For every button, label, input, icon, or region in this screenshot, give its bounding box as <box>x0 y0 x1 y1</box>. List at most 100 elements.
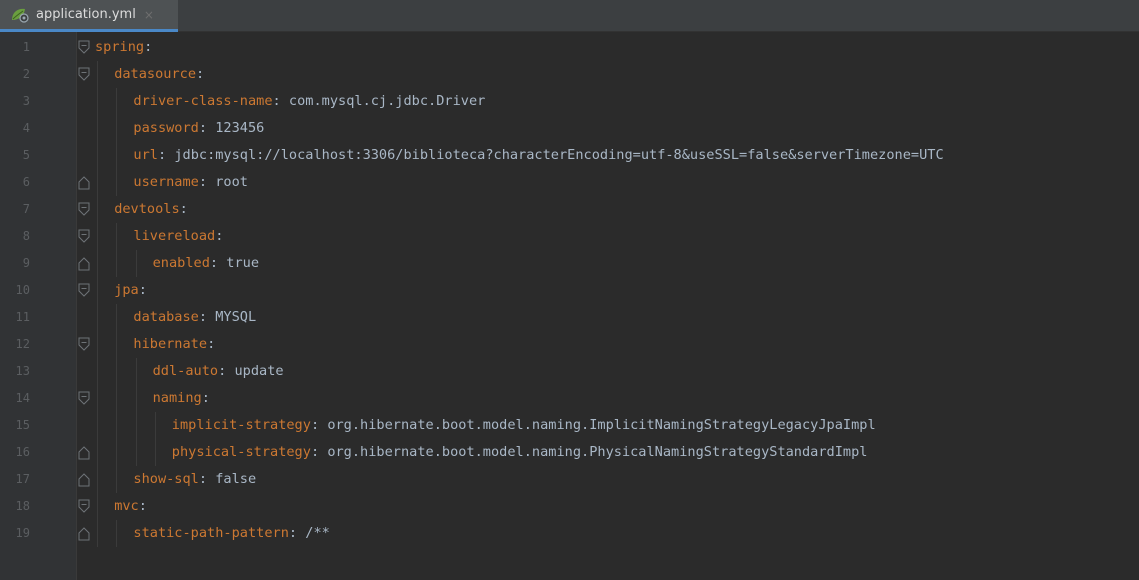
yaml-key: password <box>133 120 199 136</box>
indent-guide <box>97 169 98 196</box>
yaml-entry: username: root <box>133 169 248 196</box>
indent-guide <box>116 412 117 439</box>
code-line[interactable]: 15 implicit-strategy: org.hibernate.boot.… <box>0 412 1139 439</box>
indent-guide <box>97 520 98 547</box>
indent-guide <box>116 331 117 358</box>
indent-guide <box>97 115 98 142</box>
yaml-value: org.hibernate.boot.model.naming.Implicit… <box>327 417 876 433</box>
fold-end-icon[interactable] <box>77 175 91 190</box>
indent-guide <box>116 439 117 466</box>
line-number: 11 <box>15 310 30 324</box>
yaml-key: spring <box>95 39 145 55</box>
yaml-entry: devtools: <box>114 196 188 223</box>
code-line[interactable]: 19 static-path-pattern: /** <box>0 520 1139 547</box>
yaml-colon: : <box>272 93 281 109</box>
yaml-colon: : <box>196 66 205 82</box>
yaml-key: ddl-auto <box>152 363 219 379</box>
yaml-value: org.hibernate.boot.model.naming.Physical… <box>327 444 868 460</box>
fold-open-icon[interactable] <box>77 40 91 55</box>
yaml-key: physical-strategy <box>171 444 311 460</box>
yaml-colon: : <box>198 174 208 190</box>
indent-guide <box>116 88 117 115</box>
line-number: 12 <box>15 337 30 351</box>
editor-tab-bar: application.yml × <box>0 0 1139 32</box>
tab-application-yml[interactable]: application.yml × <box>0 0 178 32</box>
fold-open-icon[interactable] <box>77 337 91 352</box>
fold-end-icon[interactable] <box>77 472 91 487</box>
code-line[interactable]: 12 hibernate: <box>0 331 1139 358</box>
yaml-value: /** <box>305 525 330 541</box>
yaml-value: false <box>215 471 257 487</box>
indent-guide <box>116 304 117 331</box>
fold-open-icon[interactable] <box>77 202 91 217</box>
line-number: 1 <box>22 40 30 54</box>
code-line[interactable]: 8 livereload: <box>0 223 1139 250</box>
code-line[interactable]: 16 physical-strategy: org.hibernate.boot.… <box>0 439 1139 466</box>
code-line[interactable]: 14 naming: <box>0 385 1139 412</box>
ide-window: application.yml × 1 spring: 2 datasource: 3 d… <box>0 0 1139 580</box>
yaml-key: database <box>133 309 199 325</box>
yaml-value: update <box>234 363 284 379</box>
indent-guide <box>97 331 98 358</box>
code-line[interactable]: 13 ddl-auto: update <box>0 358 1139 385</box>
line-number: 17 <box>15 472 30 486</box>
indent-guide <box>136 250 137 277</box>
indent-guide <box>97 304 98 331</box>
code-line[interactable]: 1 spring: <box>0 34 1139 61</box>
yaml-key: devtools <box>114 201 180 217</box>
line-number: 18 <box>15 499 30 513</box>
code-line[interactable]: 2 datasource: <box>0 61 1139 88</box>
yaml-key: datasource <box>114 66 197 82</box>
yaml-key: driver-class-name <box>133 93 273 109</box>
line-number: 9 <box>22 256 30 270</box>
yaml-entry: jpa: <box>114 277 147 304</box>
yaml-colon: : <box>218 363 227 379</box>
yaml-key: implicit-strategy <box>171 417 311 433</box>
indent-guide <box>97 61 98 88</box>
yaml-value: 123456 <box>215 120 265 136</box>
code-line[interactable]: 3 driver-class-name: com.mysql.cj.jdbc.Dr… <box>0 88 1139 115</box>
code-line[interactable]: 11 database: MYSQL <box>0 304 1139 331</box>
code-line[interactable]: 17 show-sql: false <box>0 466 1139 493</box>
yaml-key: hibernate <box>133 336 208 352</box>
fold-open-icon[interactable] <box>77 499 91 514</box>
yaml-colon: : <box>198 309 208 325</box>
code-line[interactable]: 7 devtools: <box>0 196 1139 223</box>
yaml-entry: mvc: <box>114 493 147 520</box>
fold-end-icon[interactable] <box>77 526 91 541</box>
indent-guide <box>97 358 98 385</box>
fold-open-icon[interactable] <box>77 283 91 298</box>
fold-open-icon[interactable] <box>77 229 91 244</box>
yaml-colon: : <box>144 39 153 55</box>
yaml-colon: : <box>209 255 219 271</box>
yaml-value: jdbc:mysql://localhost:3306/biblioteca?c… <box>174 147 944 163</box>
fold-end-icon[interactable] <box>77 256 91 271</box>
fold-open-icon[interactable] <box>77 391 91 406</box>
code-line[interactable]: 9 enabled: true <box>0 250 1139 277</box>
yaml-key: url <box>133 147 158 163</box>
code-editor[interactable]: 1 spring: 2 datasource: 3 driver-class-name: … <box>0 32 1139 580</box>
code-line[interactable]: 18 mvc: <box>0 493 1139 520</box>
yaml-entry: implicit-strategy: org.hibernate.boot.mo… <box>172 412 876 439</box>
yaml-colon: : <box>310 417 320 433</box>
indent-guide <box>155 412 156 439</box>
line-number: 16 <box>15 445 30 459</box>
code-line[interactable]: 5 url: jdbc:mysql://localhost:3306/biblio… <box>0 142 1139 169</box>
code-line[interactable]: 10 jpa: <box>0 277 1139 304</box>
indent-guide <box>97 412 98 439</box>
indent-guide <box>116 223 117 250</box>
line-number: 4 <box>22 121 30 135</box>
fold-open-icon[interactable] <box>77 67 91 82</box>
yaml-colon: : <box>201 390 210 406</box>
indent-guide <box>116 385 117 412</box>
close-icon[interactable]: × <box>144 9 154 21</box>
fold-end-icon[interactable] <box>77 445 91 460</box>
yaml-entry: static-path-pattern: /** <box>133 520 329 547</box>
line-number: 3 <box>22 94 30 108</box>
yaml-colon: : <box>288 525 298 541</box>
yaml-colon: : <box>157 147 167 163</box>
code-line[interactable]: 6 username: root <box>0 169 1139 196</box>
yaml-entry: password: 123456 <box>133 115 264 142</box>
code-line[interactable]: 4 password: 123456 <box>0 115 1139 142</box>
yaml-entry: spring: <box>95 34 152 61</box>
